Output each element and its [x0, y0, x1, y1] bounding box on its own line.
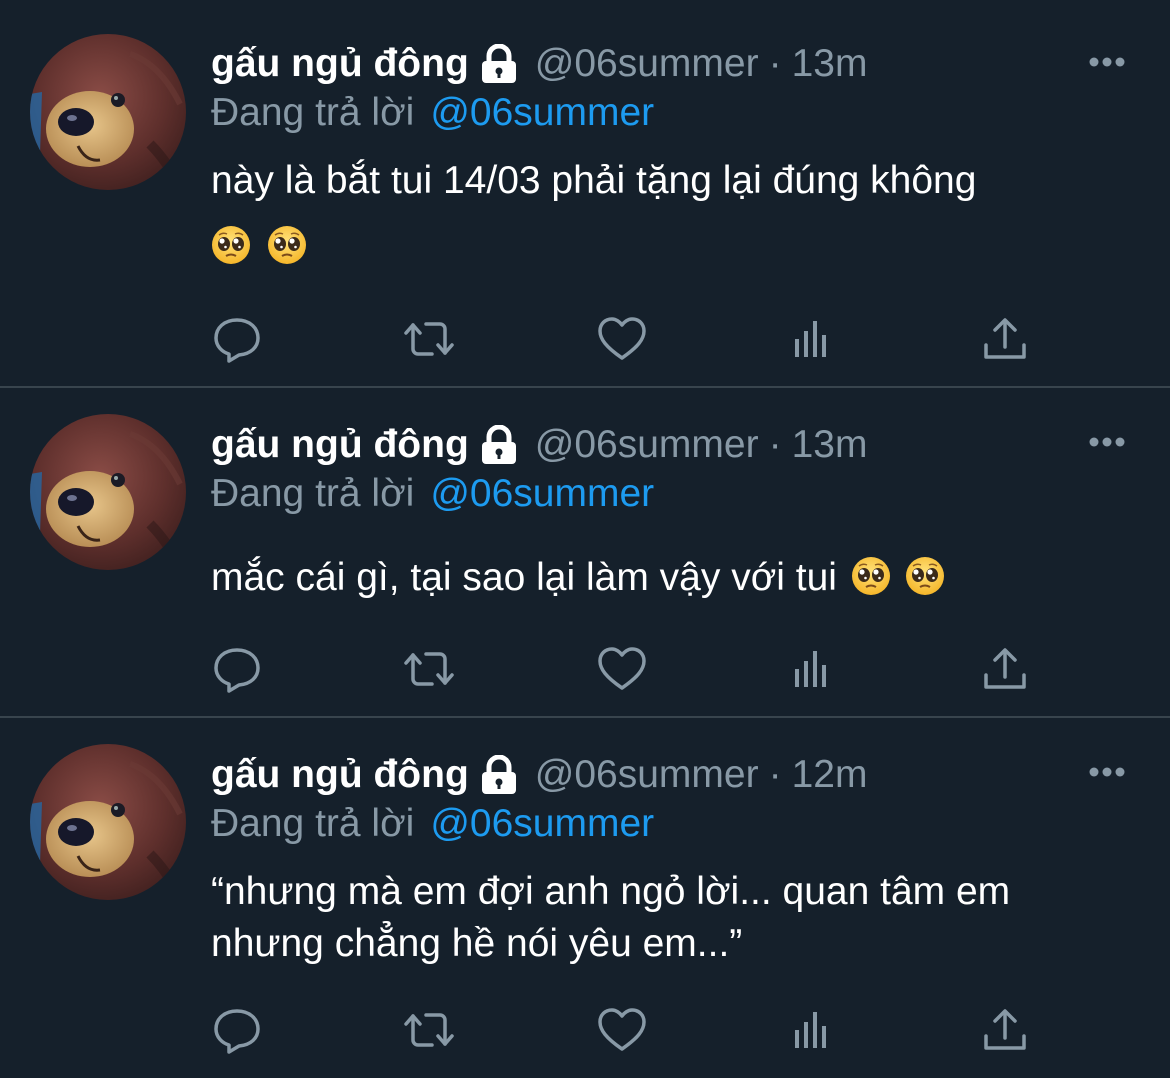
separator-dot: ·: [768, 42, 782, 85]
pleading-face-emoji: [211, 225, 251, 265]
analytics-icon[interactable]: [787, 1004, 839, 1056]
timestamp[interactable]: 12m: [792, 753, 868, 797]
analytics-icon[interactable]: [787, 313, 839, 365]
author-name[interactable]: gấu ngủ đông: [211, 423, 469, 467]
share-icon[interactable]: [979, 643, 1031, 695]
tweet-text-line: “nhưng mà em đợi anh ngỏ lời... quan tâm…: [211, 870, 1011, 913]
reply-icon[interactable]: [211, 643, 263, 695]
avatar[interactable]: [30, 34, 186, 190]
emoji-line: [211, 225, 308, 269]
retweet-icon[interactable]: [403, 643, 455, 695]
analytics-icon[interactable]: [787, 643, 839, 695]
author-handle[interactable]: @06summer: [535, 423, 759, 467]
pleading-face-emoji: [267, 225, 308, 265]
tweet[interactable]: gấu ngủ đông @06summer · 12m Đang trả lờ…: [0, 718, 1170, 1078]
tweet[interactable]: gấu ngủ đông @06summer · 13m Đang trả lờ…: [0, 0, 1170, 388]
reply-icon[interactable]: [211, 313, 263, 365]
lock-icon: [479, 755, 519, 795]
tweet[interactable]: gấu ngủ đông @06summer · 13m Đang trả lờ…: [0, 388, 1170, 716]
more-icon[interactable]: [1088, 56, 1126, 68]
avatar[interactable]: [30, 744, 186, 900]
replying-to-line: Đang trả lời @06summer: [211, 799, 654, 849]
author-handle[interactable]: @06summer: [535, 42, 759, 86]
heart-icon[interactable]: [596, 313, 648, 365]
separator-dot: ·: [768, 423, 782, 466]
action-bar: [0, 313, 1170, 373]
timestamp[interactable]: 13m: [792, 42, 868, 86]
action-bar: [0, 1004, 1170, 1064]
retweet-icon[interactable]: [403, 1004, 455, 1056]
replying-label: Đang trả lời: [211, 91, 415, 134]
lock-icon: [479, 425, 519, 465]
retweet-icon[interactable]: [403, 313, 455, 365]
tweet-text-line: này là bắt tui 14/03 phải tặng lại đúng …: [211, 159, 977, 202]
author-name[interactable]: gấu ngủ đông: [211, 42, 469, 86]
tweet-text-content: mắc cái gì, tại sao lại làm vậy với tui: [211, 556, 837, 599]
tweet-text-line: mắc cái gì, tại sao lại làm vậy với tui: [211, 552, 1141, 604]
replying-to-line: Đang trả lời @06summer: [211, 88, 654, 138]
avatar[interactable]: [30, 414, 186, 570]
more-icon[interactable]: [1088, 766, 1126, 778]
pleading-face-emoji: [904, 556, 945, 596]
tweet-text: này là bắt tui 14/03 phải tặng lại đúng …: [211, 155, 1141, 207]
more-icon[interactable]: [1088, 436, 1126, 448]
share-icon[interactable]: [979, 313, 1031, 365]
heart-icon[interactable]: [596, 643, 648, 695]
replying-to-handle[interactable]: @06summer: [430, 91, 654, 135]
share-icon[interactable]: [979, 1004, 1031, 1056]
replying-to-handle[interactable]: @06summer: [430, 802, 654, 846]
lock-icon: [479, 44, 519, 84]
timestamp[interactable]: 13m: [792, 423, 868, 467]
tweet-text-line: nhưng chẳng hề nói yêu em...”: [211, 922, 743, 965]
heart-icon[interactable]: [596, 1004, 648, 1056]
replying-to-handle[interactable]: @06summer: [430, 472, 654, 516]
replying-to-line: Đang trả lời @06summer: [211, 469, 654, 519]
tweet-text: mắc cái gì, tại sao lại làm vậy với tui: [211, 552, 1141, 604]
replying-label: Đang trả lời: [211, 802, 415, 845]
author-handle[interactable]: @06summer: [535, 753, 759, 797]
tweet-text: “nhưng mà em đợi anh ngỏ lời... quan tâm…: [211, 866, 1141, 970]
replying-label: Đang trả lời: [211, 472, 415, 515]
separator-dot: ·: [768, 753, 782, 796]
reply-icon[interactable]: [211, 1004, 263, 1056]
action-bar: [0, 643, 1170, 703]
author-name[interactable]: gấu ngủ đông: [211, 753, 469, 797]
pleading-face-emoji: [850, 556, 891, 596]
